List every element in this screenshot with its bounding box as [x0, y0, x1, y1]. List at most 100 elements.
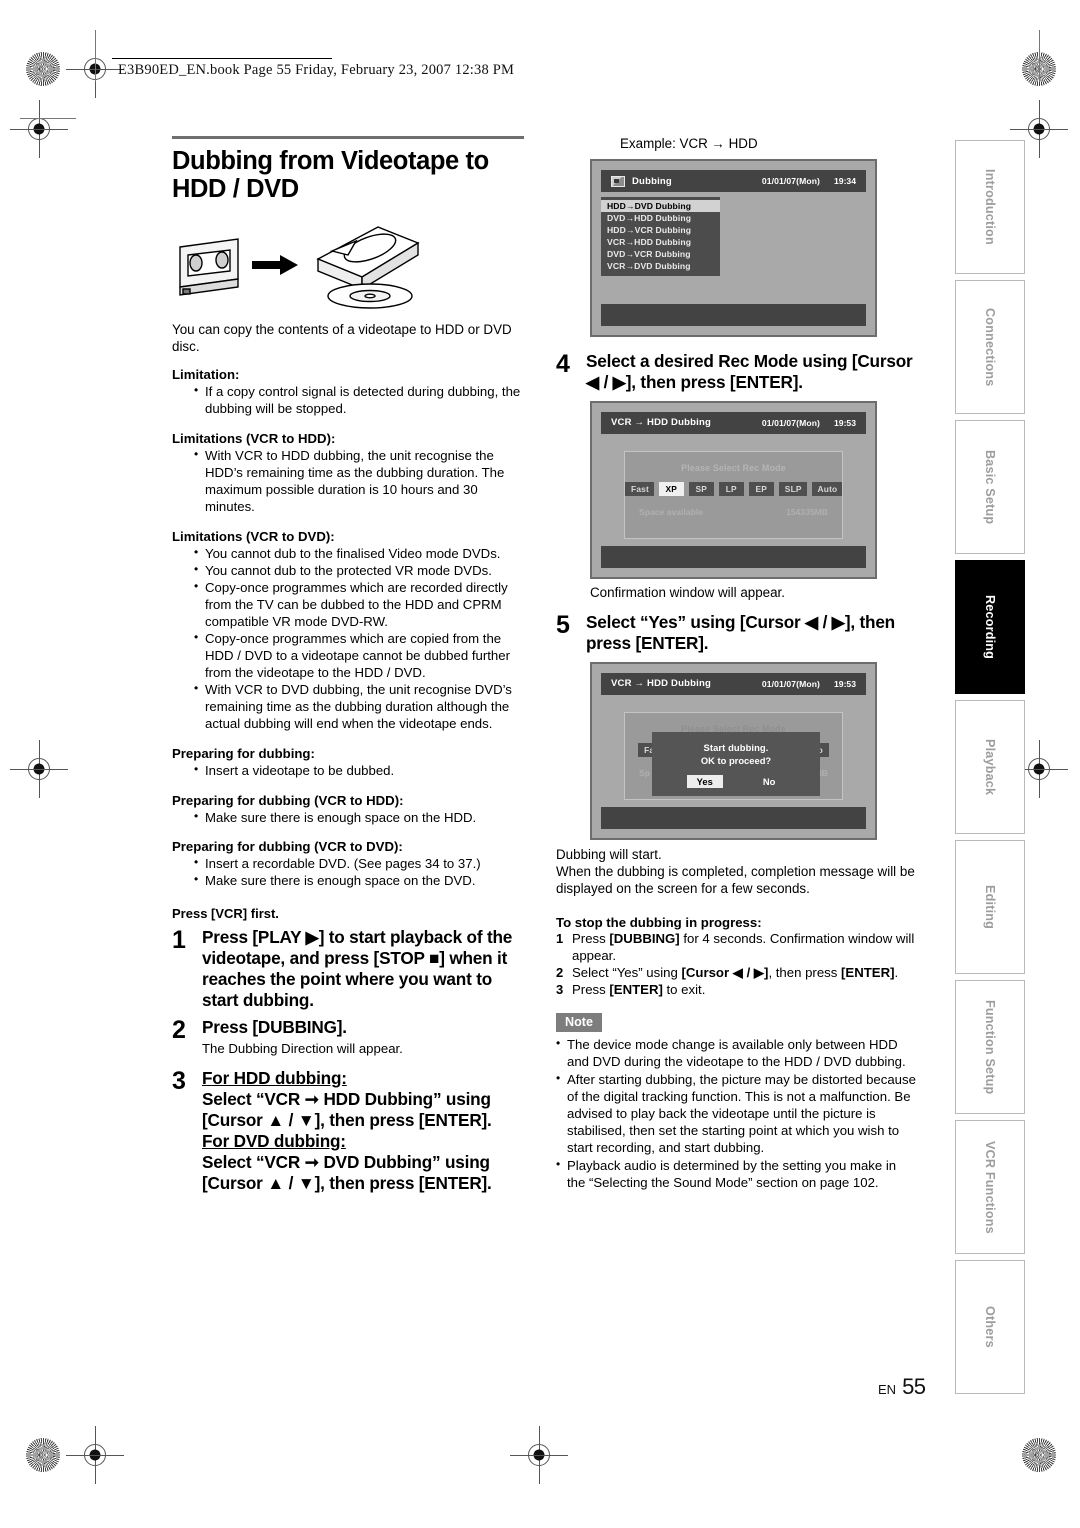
- menu-item-dvd-to-hdd[interactable]: DVD→HDD Dubbing: [601, 212, 720, 224]
- dvd-recorder-icon: [316, 226, 420, 291]
- rec-mode-lp[interactable]: LP: [718, 481, 744, 496]
- dialog-line-2: OK to proceed?: [700, 754, 772, 766]
- arrow-right-icon: ➞: [304, 1089, 319, 1110]
- osd-screenshot-rec-mode: VCR → HDD Dubbing 01/01/07(Mon) 19:53 Pl…: [590, 400, 877, 579]
- tab-label: Recording: [983, 594, 997, 660]
- stop-icon: ■: [429, 948, 440, 969]
- stop-item-2-a: Select “Yes” using: [572, 965, 682, 981]
- osd-time: 19:34: [834, 176, 856, 186]
- menu-item-dvd-to-vcr[interactable]: DVD→VCR Dubbing: [601, 248, 720, 260]
- stop-item-1-b: [DUBBING]: [609, 931, 680, 947]
- space-available-label: Space available: [639, 506, 704, 517]
- step-number: 5: [556, 610, 570, 639]
- page-title: Dubbing from Videotape to HDD / DVD: [172, 147, 489, 203]
- step-4-text: Select a desired Rec Mode using [Cursor …: [586, 351, 913, 392]
- step-5-note-1: Dubbing will start.: [556, 846, 662, 862]
- osd-status-bar: [601, 545, 866, 568]
- tab-label: Editing: [983, 884, 997, 930]
- step-number: 1: [172, 926, 186, 955]
- stop-dubbing-heading: To stop the dubbing in progress:: [556, 915, 762, 931]
- section-tab-strip: Introduction Connections Basic Setup Rec…: [955, 140, 1025, 1400]
- tab-connections[interactable]: Connections: [955, 280, 1025, 414]
- preparing-hdd-heading: Preparing for dubbing (VCR to HDD):: [172, 792, 404, 808]
- no-button[interactable]: No: [753, 775, 786, 788]
- stop-item-3-a: Press: [572, 982, 610, 998]
- list-item: Select “Yes” using [Cursor ◀ / ▶], then …: [556, 965, 916, 982]
- osd-screenshot-dubbing-menu: Dubbing 01/01/07(Mon) 19:34 HDD→DVD Dubb…: [590, 159, 877, 337]
- rec-mode-sp[interactable]: SP: [688, 481, 714, 496]
- step-3-hdd-text: Select “VCR ➞ HDD Dubbing” using [Cursor…: [202, 1089, 524, 1131]
- rec-mode-ep[interactable]: EP: [748, 481, 774, 496]
- list-item: You cannot dub to the finalised Video mo…: [194, 545, 524, 563]
- step-4: 4 Select a desired Rec Mode using [Curso…: [556, 351, 916, 393]
- osd-title-bar: VCR → HDD Dubbing 01/01/07(Mon) 19:53: [601, 672, 866, 695]
- step-1-part-a: Press [PLAY: [202, 927, 306, 948]
- limitations-vcr-hdd-heading: Limitations (VCR to HDD):: [172, 431, 336, 447]
- list-item: Insert a recordable DVD. (See pages 34 t…: [194, 855, 524, 873]
- rec-mode-xp[interactable]: XP: [658, 481, 684, 496]
- osd-title: VCR → HDD Dubbing: [611, 678, 711, 690]
- footer-language: EN: [878, 1382, 897, 1397]
- tab-others[interactable]: Others: [955, 1260, 1025, 1394]
- osd-date: 01/01/07(Mon): [761, 417, 821, 428]
- note-list: The device mode change is available only…: [556, 1036, 916, 1192]
- list-item: Copy-once programmes which are recorded …: [194, 579, 524, 631]
- videotape-icon: [179, 238, 239, 296]
- step-4-note: Confirmation window will appear.: [590, 584, 786, 600]
- stop-item-2-c: , then press: [768, 965, 842, 981]
- menu-item-vcr-to-dvd[interactable]: VCR→DVD Dubbing: [601, 260, 720, 272]
- step-3-dvd-heading: For DVD dubbing:: [202, 1131, 346, 1152]
- page-number: 55: [902, 1374, 926, 1399]
- yes-button[interactable]: Yes: [686, 774, 723, 788]
- limitation-heading: Limitation:: [172, 367, 240, 383]
- osd-title-bar: VCR → HDD Dubbing 01/01/07(Mon) 19:53: [601, 411, 866, 434]
- list-item: The device mode change is available only…: [556, 1036, 916, 1071]
- tab-playback[interactable]: Playback: [955, 700, 1025, 834]
- tab-function-setup[interactable]: Function Setup: [955, 980, 1025, 1114]
- tab-basic-setup[interactable]: Basic Setup: [955, 420, 1025, 554]
- arrow-right-icon: [252, 255, 298, 276]
- stop-item-3-c: to exit.: [662, 982, 706, 998]
- osd-title: Dubbing: [632, 175, 672, 187]
- step-3: 3 For HDD dubbing: Select “VCR ➞ HDD Dub…: [172, 1068, 524, 1194]
- dubbing-direction-list: HDD→DVD Dubbing DVD→HDD Dubbing HDD→VCR …: [601, 197, 720, 276]
- step-5: 5 Select “Yes” using [Cursor ◀ / ▶], the…: [556, 612, 916, 654]
- preparing-hdd-list: Make sure there is enough space on the H…: [172, 809, 524, 827]
- dubbing-icon: [611, 175, 625, 187]
- tab-recording[interactable]: Recording: [955, 560, 1025, 694]
- right-column: Example: VCR → HDD Dubbing 01/01/07(Mon)…: [556, 136, 916, 1193]
- stop-item-2-e: .: [894, 965, 899, 981]
- dvd-disc-icon: [327, 283, 413, 309]
- menu-item-vcr-to-hdd[interactable]: VCR→HDD Dubbing: [601, 236, 720, 248]
- stop-item-2-d: [ENTER]: [841, 965, 895, 981]
- rec-mode-auto[interactable]: Auto: [811, 481, 842, 496]
- preparing-heading: Preparing for dubbing:: [172, 745, 315, 761]
- tab-editing[interactable]: Editing: [955, 840, 1025, 974]
- step-number: 3: [172, 1067, 186, 1096]
- list-item: With VCR to HDD dubbing, the unit recogn…: [194, 447, 524, 516]
- osd-time: 19:53: [834, 678, 856, 689]
- note-label: Note: [556, 1013, 602, 1033]
- tab-vcr-functions[interactable]: VCR Functions: [955, 1120, 1025, 1254]
- menu-item-hdd-to-vcr[interactable]: HDD→VCR Dubbing: [601, 224, 720, 236]
- list-item: After starting dubbing, the picture may …: [556, 1071, 916, 1157]
- rec-mode-buttons: Fast XP SP LP EP SLP Auto: [625, 481, 842, 496]
- osd-status-bar: [601, 304, 866, 326]
- intro-text: You can copy the contents of a videotape…: [172, 322, 512, 355]
- dialog-buttons: Yes No: [652, 774, 820, 788]
- rec-mode-fast[interactable]: Fast: [625, 481, 654, 496]
- step-2: 2 Press [DUBBING]. The Dubbing Direction…: [172, 1017, 524, 1058]
- step-3-dvd-text: Select “VCR ➞ DVD Dubbing” using [Cursor…: [202, 1152, 524, 1194]
- menu-item-hdd-to-dvd[interactable]: HDD→DVD Dubbing: [601, 200, 720, 212]
- osd-screenshot-confirm-dialog: VCR → HDD Dubbing 01/01/07(Mon) 19:53 Pl…: [590, 661, 877, 840]
- tab-label: Basic Setup: [983, 449, 997, 525]
- list-item: If a copy control signal is detected dur…: [194, 383, 524, 418]
- arrow-right-icon: ➞: [304, 1152, 319, 1173]
- step-5-note-2: When the dubbing is completed, completio…: [556, 864, 915, 897]
- step-3-dvd-part-a: Select “VCR: [202, 1152, 305, 1173]
- rec-mode-slp[interactable]: SLP: [778, 481, 807, 496]
- limitations-vcr-dvd-list: You cannot dub to the finalised Video mo…: [172, 545, 524, 732]
- manual-page: Dubbing from Videotape to HDD / DVD You …: [0, 0, 1080, 1528]
- play-icon: ▶: [305, 927, 319, 948]
- tab-introduction[interactable]: Introduction: [955, 140, 1025, 274]
